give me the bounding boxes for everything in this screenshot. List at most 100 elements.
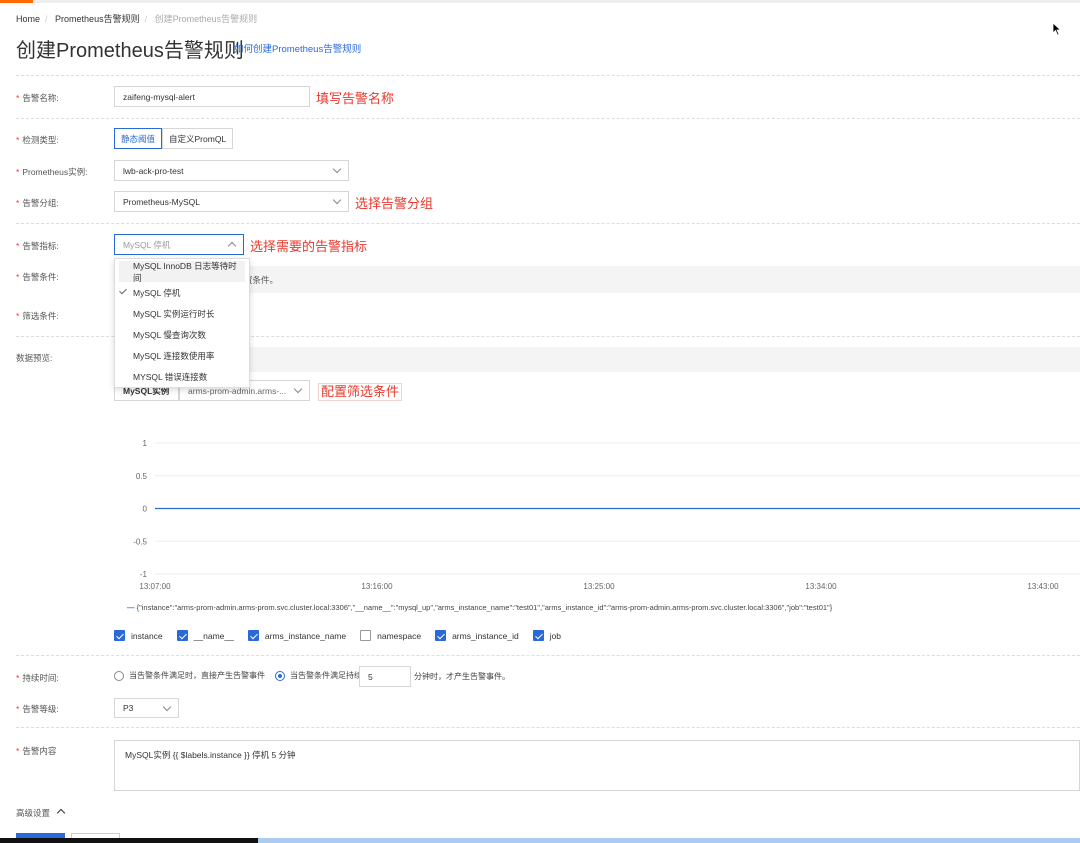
label-checkbox-namespace[interactable]: namespace [360, 630, 421, 641]
checkbox-label: namespace [377, 630, 422, 641]
metric-dropdown: MySQL InnoDB 日志等待时间 MySQL 停机 MySQL 实例运行时长 M… [114, 258, 250, 388]
checkbox-label: job [549, 630, 562, 641]
label-checkbox-instance[interactable]: instance [114, 630, 163, 641]
checkbox-checked-icon [114, 630, 125, 641]
breadcrumb: Home / Prometheus告警规则 / 创建Prometheus告警规则 [16, 14, 258, 24]
checkbox-checked-icon [176, 630, 188, 641]
x-tick-label: 13:25:00 [583, 582, 615, 591]
condition-box: 置条件。 [114, 266, 1080, 293]
group-value: Prometheus-MySQL [123, 196, 200, 207]
chevron-up-icon [227, 241, 237, 251]
advanced-settings-toggle[interactable]: 高级设置 [16, 807, 66, 819]
annotation-filter: 配置筛选条件 [318, 383, 403, 401]
label-checkbox-name[interactable]: __name__ [176, 630, 234, 641]
metric-option-label: MySQL 停机 [133, 287, 181, 298]
instance-value: lwb-ack-pro-test [123, 165, 184, 176]
label-checkbox-job[interactable]: job [532, 630, 562, 641]
metric-option-label: MySQL 连接数使用率 [133, 350, 215, 361]
level-label: * 告警等级: [16, 704, 59, 714]
group-select[interactable]: Prometheus-MySQL [114, 191, 349, 212]
level-select[interactable]: P3 [114, 698, 179, 718]
legend-swatch: — [127, 603, 137, 612]
duration-label: * 持续时间: [16, 673, 59, 683]
metric-option[interactable]: MySQL 停机 [115, 282, 249, 303]
breadcrumb-current: 创建Prometheus告警规则 [154, 14, 258, 24]
chevron-down-icon [332, 164, 342, 174]
breadcrumb-rules[interactable]: Prometheus告警规则 [55, 14, 140, 24]
checkbox-label: instance [131, 630, 163, 641]
metric-select[interactable]: MySQL 停机 [114, 234, 244, 255]
legend-label: {"instance":"arms-prom-admin.arms-prom.s… [136, 603, 833, 612]
filter-label: * 筛选条件: [16, 311, 59, 321]
divider [16, 727, 1080, 728]
metric-option[interactable]: MySQL 实例运行时长 [115, 303, 249, 324]
radio-icon [114, 670, 124, 681]
x-tick-label: 13:07:00 [139, 582, 171, 591]
divider [16, 223, 1080, 224]
instance-select[interactable]: lwb-ack-pro-test [114, 160, 349, 181]
duration-option-1[interactable]: 当告警条件满足时，直接产生告警事件 [114, 670, 265, 681]
x-tick-label: 13:16:00 [361, 582, 393, 591]
label-checkbox-arms-instance-id[interactable]: arms_instance_id [435, 630, 519, 641]
divider [16, 118, 1080, 119]
metric-option-label: MySQL 慢查询次数 [133, 329, 206, 340]
level-value: P3 [123, 703, 134, 713]
detect-type-toggle: 静态阈值 自定义PromQL [114, 128, 234, 149]
alert-content-textarea[interactable]: MySQL实例 {{ $labels.instance }} 停机 5 分钟 [114, 740, 1080, 791]
checkbox-label: __name__ [193, 630, 234, 641]
label-checkbox-arms-instance-name[interactable]: arms_instance_name [247, 630, 347, 641]
y-tick-label: -1 [140, 570, 148, 579]
breadcrumb-home[interactable]: Home [16, 14, 40, 24]
annotation-group: 选择告警分组 [355, 196, 434, 211]
y-tick-label: 0 [143, 505, 148, 514]
condition-label: * 告警条件: [16, 272, 59, 282]
static-threshold-tab[interactable]: 静态阈值 [114, 128, 163, 149]
check-icon [119, 286, 127, 295]
alert-name-input[interactable]: zaifeng-mysql-alert [114, 86, 310, 107]
checkbox-checked-icon [435, 630, 447, 641]
label-checkboxes: instance __name__ arms_instance_name namesp… [114, 630, 575, 641]
radio-checked-icon [275, 670, 285, 681]
metric-option[interactable]: MYSQL 错误连接数 [115, 366, 249, 387]
instance-label: * Prometheus实例: [16, 167, 88, 177]
y-tick-label: -0.5 [133, 537, 147, 546]
chevron-down-icon [162, 702, 172, 711]
metric-option-label: MySQL 实例运行时长 [133, 308, 215, 319]
checkbox-label: arms_instance_name [264, 630, 347, 641]
metric-option-label: MySQL InnoDB 日志等待时间 [133, 260, 237, 283]
custom-promql-tab[interactable]: 自定义PromQL [162, 128, 234, 149]
duration-minutes-input[interactable]: 5 [359, 666, 411, 687]
preview-label: 数据预览: [16, 353, 53, 363]
content-label: * 告警内容 [16, 746, 57, 756]
help-link[interactable]: 如何创建Prometheus告警规则 [234, 41, 361, 55]
duration-suffix: 分钟时，才产生告警事件。 [414, 672, 510, 681]
annotation-metric: 选择需要的告警指标 [250, 239, 368, 254]
chevron-down-icon [332, 195, 342, 205]
metric-option[interactable]: MySQL InnoDB 日志等待时间 [119, 260, 245, 283]
detect-type-label: * 检测类型: [16, 135, 59, 145]
duration-option-2[interactable]: 当告警条件满足持续 [275, 670, 362, 681]
x-tick-label: 13:34:00 [805, 582, 837, 591]
checkbox-checked-icon [247, 630, 259, 641]
metric-value: MySQL 停机 [123, 239, 171, 250]
checkbox-checked-icon [532, 630, 544, 641]
page-title: 创建Prometheus告警规则 [16, 40, 244, 62]
metric-label: * 告警指标: [16, 241, 59, 251]
mouse-cursor-icon [1052, 22, 1062, 36]
y-tick-label: 0.5 [136, 472, 148, 481]
checkbox-label: arms_instance_id [452, 630, 519, 641]
preview-chart: 1 0.5 0 -0.5 -1 13:07:00 13:16:00 13:25:00 13:34… [133, 439, 1080, 591]
metric-option[interactable]: MySQL 连接数使用率 [115, 345, 249, 366]
annotation-name: 填写告警名称 [316, 91, 395, 106]
name-label: * 告警名称: [16, 93, 59, 103]
preview-bar [114, 347, 1080, 372]
metric-option-label: MYSQL 错误连接数 [133, 371, 208, 382]
checkbox-icon [360, 630, 372, 641]
x-tick-label: 13:43:00 [1027, 582, 1059, 591]
divider [16, 75, 1080, 76]
top-progress-bar [0, 0, 1080, 3]
metric-option[interactable]: MySQL 慢查询次数 [115, 324, 249, 345]
chevron-down-icon [293, 384, 303, 394]
chart-legend[interactable]: — {"instance":"arms-prom-admin.arms-prom… [127, 603, 832, 612]
chevron-up-icon [56, 808, 66, 818]
